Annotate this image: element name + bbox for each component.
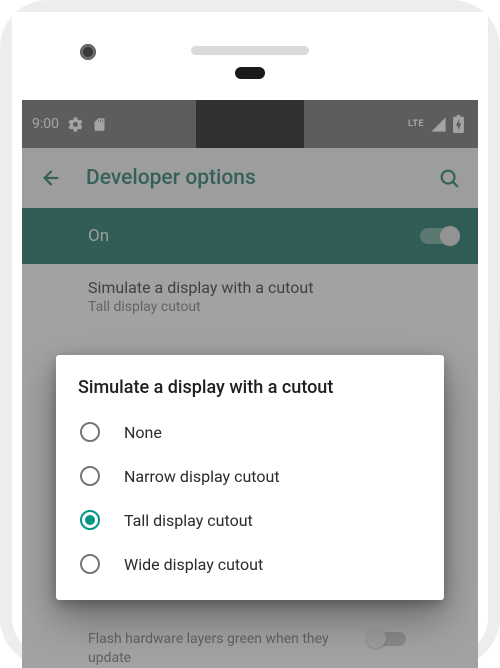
dialog-title: Simulate a display with a cutout [78,377,422,398]
dialog-option-label: Tall display cutout [124,511,253,530]
dialog-option-label: Narrow display cutout [124,467,280,486]
dialog-option[interactable]: Wide display cutout [78,542,422,586]
dialog-option[interactable]: Narrow display cutout [78,454,422,498]
device-screen: 9:00 LTE D [22,100,478,668]
phone-frame: 9:00 LTE D [0,0,500,666]
earpiece-speaker [191,46,309,55]
phone-bezel-top [12,12,488,90]
proximity-sensor [235,67,265,79]
dialog-option[interactable]: None [78,410,422,454]
dialog-option-label: Wide display cutout [124,555,263,574]
radio-icon [80,554,100,574]
dialog-option[interactable]: Tall display cutout [78,498,422,542]
radio-icon [80,510,100,530]
cutout-dialog: Simulate a display with a cutout None Nar… [56,355,444,600]
radio-icon [80,422,100,442]
front-camera [80,44,96,60]
radio-icon [80,466,100,486]
dialog-option-label: None [124,423,162,442]
